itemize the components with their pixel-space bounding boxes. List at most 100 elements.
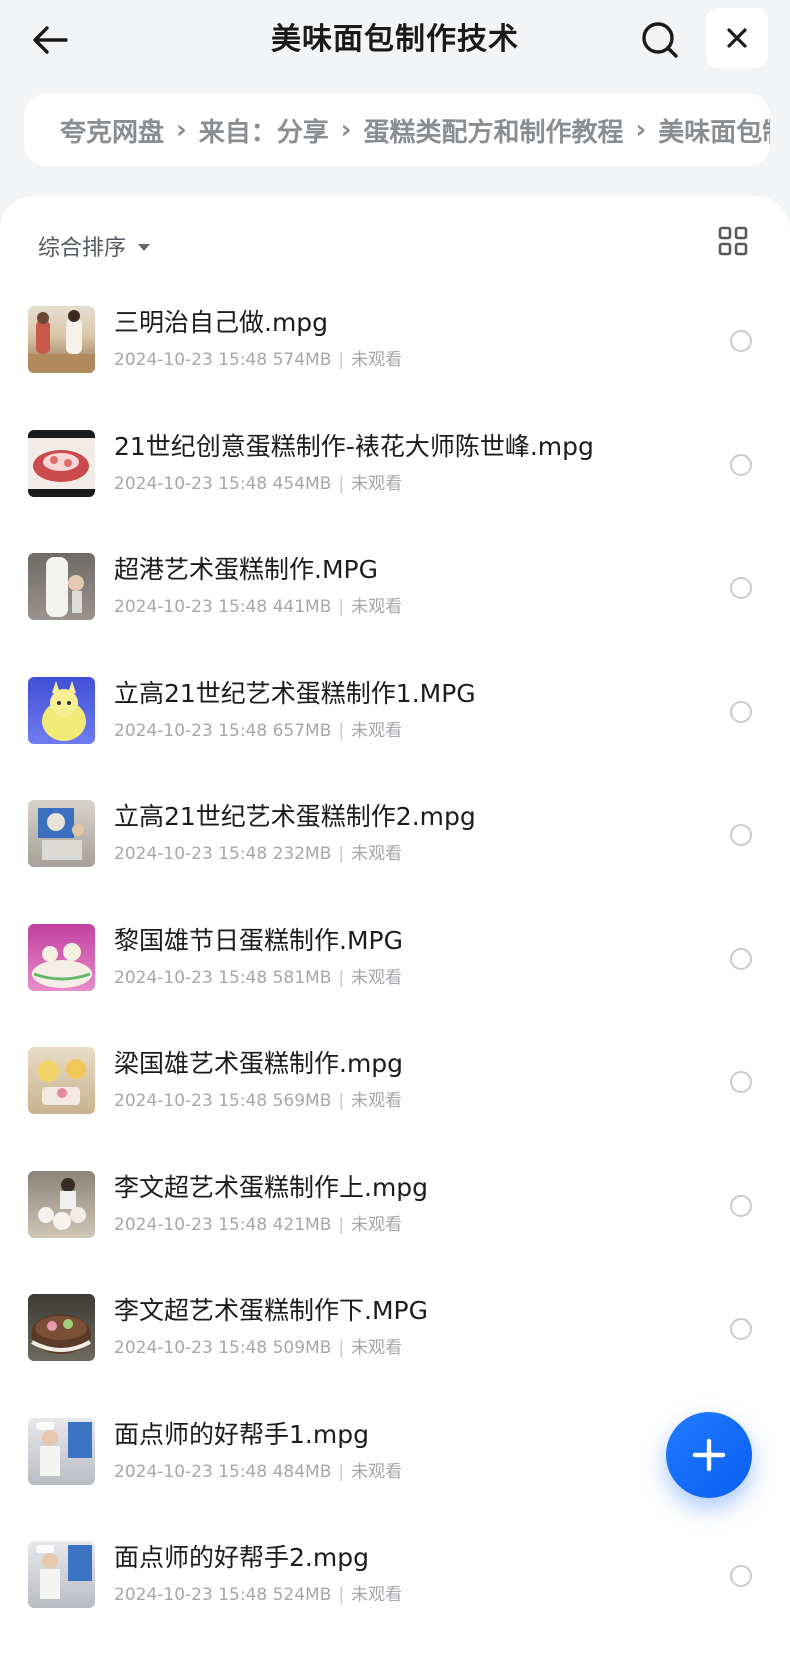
file-meta: 2024-10-23 15:48 524MB | 未观看 [114,1585,403,1605]
file-size: 574MB [272,350,332,370]
plus-icon [692,1438,726,1472]
select-radio[interactable] [730,453,752,476]
list-item[interactable]: 李文超艺术蛋糕制作上.mpg 2024-10-23 15:48 421MB | 未观… [0,1170,790,1295]
select-radio[interactable] [730,1071,752,1093]
watch-status: 未观看 [351,350,403,370]
top-bar: 美味面包制作技术 [0,0,790,82]
video-thumbnail [28,1417,95,1485]
file-name: 超港艺术蛋糕制作.MPG [114,555,378,584]
file-name: 三明治自己做.mpg [114,308,329,337]
watch-status: 未观看 [351,844,403,864]
file-size: 421MB [272,1214,332,1235]
file-meta: 2024-10-23 15:48 574MB | 未观看 [114,350,403,370]
list-item[interactable]: 梁国雄艺术蛋糕制作.mpg 2024-10-23 15:48 569MB | 未观看 [0,1047,790,1171]
select-radio[interactable] [730,1565,752,1587]
file-meta: 2024-10-23 15:48 421MB | 未观看 [114,1214,403,1235]
file-meta: 2024-10-23 15:48 509MB | 未观看 [114,1338,403,1358]
breadcrumb-item-root[interactable]: 夸克网盘 [60,112,164,149]
add-button[interactable] [666,1412,752,1498]
file-name: 黎国雄节日蛋糕制作.MPG [114,925,403,955]
breadcrumb-item-share[interactable]: 来自：分享 [199,112,329,149]
breadcrumb-item-folder[interactable]: 蛋糕类配方和制作教程 [363,112,623,149]
select-radio[interactable] [730,700,752,723]
watch-status: 未观看 [351,1214,403,1235]
video-thumbnail [28,429,95,497]
file-size: 581MB [272,967,332,988]
list-item[interactable]: 立高21世纪艺术蛋糕制作2.mpg 2024-10-23 15:48 232MB… [0,800,790,924]
sort-dropdown[interactable]: 综合排序 [38,226,151,266]
watch-status: 未观看 [351,473,403,494]
search-icon [642,22,678,58]
file-meta: 2024-10-23 15:48 484MB | 未观看 [114,1461,403,1482]
file-size: 454MB [272,473,332,494]
grid-view-icon [718,226,748,256]
file-meta: 2024-10-23 15:48 581MB | 未观看 [114,967,403,988]
video-thumbnail [28,676,95,744]
file-date: 2024-10-23 15:48 [114,1091,268,1111]
video-thumbnail [28,1047,95,1114]
close-icon [727,28,747,48]
file-size: 569MB [272,1091,332,1111]
chevron-right-icon: › [340,115,352,145]
watch-status: 未观看 [351,1585,403,1605]
watch-status: 未观看 [351,1338,403,1358]
file-name: 李文超艺术蛋糕制作下.MPG [114,1296,428,1325]
video-thumbnail [28,553,95,620]
caret-down-icon [138,243,151,251]
file-size: 657MB [272,720,332,741]
select-radio[interactable] [730,1318,752,1340]
file-size: 484MB [272,1461,332,1482]
chevron-right-icon: › [635,115,647,145]
video-thumbnail [28,800,95,867]
file-name: 面点师的好帮手1.mpg [114,1419,369,1449]
file-size: 441MB [272,597,332,617]
list-item[interactable]: 21世纪创意蛋糕制作-裱花大师陈世峰.mpg 2024-10-23 15:48 … [0,429,790,554]
list-item[interactable]: 立高21世纪艺术蛋糕制作1.MPG 2024-10-23 15:48 657MB… [0,676,790,801]
file-date: 2024-10-23 15:48 [114,720,268,741]
watch-status: 未观看 [351,967,403,988]
list-item[interactable]: 黎国雄节日蛋糕制作.MPG 2024-10-23 15:48 581MB | 未观看 [0,923,790,1048]
file-date: 2024-10-23 15:48 [114,597,268,617]
file-name: 21世纪创意蛋糕制作-裱花大师陈世峰.mpg [114,431,594,461]
search-button[interactable] [636,16,684,64]
watch-status: 未观看 [351,1461,403,1482]
file-meta: 2024-10-23 15:48 441MB | 未观看 [114,597,403,617]
back-button[interactable] [26,16,74,64]
file-meta: 2024-10-23 15:48 232MB | 未观看 [114,844,403,864]
select-radio[interactable] [730,1194,752,1217]
grid-view-button[interactable] [718,226,748,256]
file-name: 面点师的好帮手2.mpg [114,1543,369,1572]
file-date: 2024-10-23 15:48 [114,967,268,988]
breadcrumb-item-current[interactable]: 美味面包制作技术 [658,112,770,149]
close-button[interactable] [706,8,768,68]
file-size: 232MB [272,844,332,864]
file-size: 509MB [272,1338,332,1358]
file-date: 2024-10-23 15:48 [114,1214,268,1235]
chevron-right-icon: › [176,115,187,145]
video-thumbnail [28,1541,95,1608]
file-date: 2024-10-23 15:48 [114,473,268,494]
sort-label: 综合排序 [38,236,127,261]
file-date: 2024-10-23 15:48 [114,1585,268,1605]
file-name: 立高21世纪艺术蛋糕制作1.MPG [114,678,476,708]
file-date: 2024-10-23 15:48 [114,844,268,864]
list-item[interactable]: 超港艺术蛋糕制作.MPG 2024-10-23 15:48 441MB | 未观看 [0,553,790,677]
list-item[interactable]: 三明治自己做.mpg 2024-10-23 15:48 574MB | 未观看 [0,306,790,430]
arrow-left-icon [33,26,68,54]
video-thumbnail [28,306,95,373]
file-meta: 2024-10-23 15:48 657MB | 未观看 [114,720,403,741]
select-radio[interactable] [730,824,752,846]
video-thumbnail [28,1294,95,1361]
file-date: 2024-10-23 15:48 [114,1461,268,1482]
list-item[interactable]: 李文超艺术蛋糕制作下.MPG 2024-10-23 15:48 509MB | 未观… [0,1294,790,1418]
file-date: 2024-10-23 15:48 [114,350,268,370]
file-name: 梁国雄艺术蛋糕制作.mpg [114,1049,404,1078]
select-radio[interactable] [730,330,752,352]
video-thumbnail [28,1170,95,1238]
select-radio[interactable] [730,577,752,599]
file-name: 李文超艺术蛋糕制作上.mpg [114,1172,429,1202]
file-size: 524MB [272,1585,332,1605]
watch-status: 未观看 [351,597,403,617]
select-radio[interactable] [730,947,752,970]
watch-status: 未观看 [351,720,403,741]
